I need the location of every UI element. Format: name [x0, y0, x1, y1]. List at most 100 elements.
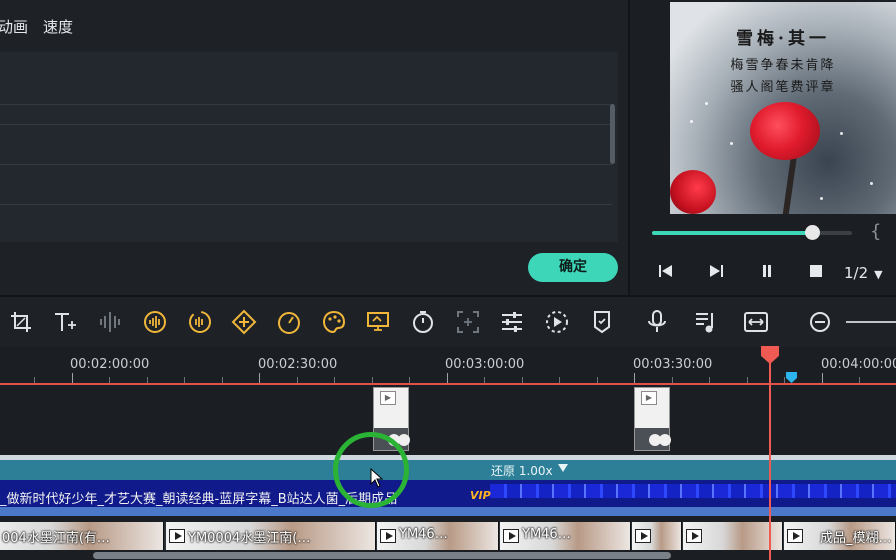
play-icon [503, 529, 519, 543]
music-icon[interactable] [693, 309, 719, 335]
properties-panel: 动画 速度 确定 [0, 0, 628, 295]
chevron-down-icon: ▼ [874, 268, 883, 281]
scrollbar-thumb[interactable] [93, 552, 671, 559]
keyframe-icon[interactable] [231, 309, 257, 335]
vip-badge: VIP [470, 489, 491, 502]
motion-track-icon[interactable] [544, 309, 570, 335]
video-clip[interactable] [683, 522, 783, 550]
timecode-label: 00:02:00:00 [70, 357, 150, 372]
timeline-scrollbar[interactable] [0, 550, 896, 560]
timeline-toolbar [0, 297, 896, 347]
play-icon[interactable] [706, 263, 726, 283]
video-clip[interactable]: YM46… [500, 522, 631, 550]
title-track-bar [0, 507, 896, 516]
timecode-label: 00:03:00:00 [445, 357, 525, 372]
list-divider [0, 104, 612, 105]
plum-blossom-graphic [750, 102, 820, 160]
properties-tabbar: 动画 速度 [0, 0, 628, 52]
ruler-tick [259, 373, 260, 383]
preview-video: 雪梅·其一 梅雪争春未肯降 骚人阁笔费评章 [670, 2, 896, 214]
voiceover-icon[interactable] [644, 309, 670, 335]
speed-track[interactable]: 还原 1.00x [0, 460, 896, 480]
play-icon [787, 529, 803, 543]
video-clip[interactable]: ▶ [634, 387, 671, 451]
video-clip[interactable]: 004水墨江南(有… [0, 522, 164, 550]
speed-label: 还原 1.00x [491, 464, 553, 478]
play-icon [169, 529, 185, 543]
play-icon [686, 529, 702, 543]
play-icon [635, 529, 651, 543]
ruler-tick [71, 373, 73, 383]
fit-icon[interactable] [743, 309, 769, 335]
timecode-label: 00:02:30:00 [258, 357, 338, 372]
audio-detect-icon[interactable] [142, 309, 168, 335]
tab-speed[interactable]: 速度 [43, 16, 73, 37]
clip-dot [659, 434, 671, 446]
list-divider [0, 204, 612, 205]
clip-lower [635, 428, 671, 450]
clip-name: YM46… [522, 527, 571, 542]
snowflake [840, 132, 843, 135]
list-divider [0, 124, 612, 125]
video-clip[interactable] [632, 522, 682, 550]
audio-stretch-icon[interactable] [187, 309, 213, 335]
clip-name: YM46… [399, 527, 448, 542]
confirm-button[interactable]: 确定 [528, 253, 618, 282]
snowflake [820, 197, 823, 200]
color-icon[interactable] [321, 309, 347, 335]
progress-fill [652, 231, 812, 235]
poem-line: 梅雪争春未肯降 [730, 58, 836, 73]
progress-knob[interactable] [805, 225, 820, 240]
snowflake [870, 182, 873, 185]
properties-scrollbar[interactable] [610, 104, 615, 164]
ruler-tick [821, 373, 823, 383]
play-icon [380, 529, 396, 543]
plum-blossom-graphic [670, 170, 716, 214]
clip-name: YM0004水墨江南(… [188, 531, 311, 546]
timecode-label: 00:04:00:00 [821, 357, 896, 372]
video-clip[interactable]: YM46… [377, 522, 499, 550]
video-track: ▶ ▶ [0, 385, 896, 455]
marker-icon[interactable] [589, 309, 615, 335]
playhead[interactable] [769, 355, 771, 560]
resolution-dropdown[interactable]: 1/2 ▼ [844, 264, 883, 282]
properties-list [0, 52, 618, 242]
caret-down-icon[interactable] [558, 464, 568, 472]
video-clip[interactable]: YM0004水墨江南(… [166, 522, 376, 550]
brace-glyph[interactable]: { [870, 221, 881, 242]
preview-panel: 雪梅·其一 梅雪争春未肯降 骚人阁笔费评章 { 1/2 ▼ [630, 0, 896, 295]
title-clip[interactable]: _做新时代好少年_才艺大赛_朝读经典-蓝屏字幕_B站达人菌_后期成品 VIP [0, 480, 896, 516]
snowflake [730, 142, 733, 145]
clip-name: 004水墨江南(有… [2, 531, 110, 546]
poem-line: 骚人阁笔费评章 [730, 80, 836, 95]
prev-frame-icon[interactable] [656, 263, 676, 283]
mosaic-icon[interactable] [455, 309, 481, 335]
text-icon[interactable] [52, 309, 78, 335]
poem-title: 雪梅·其一 [736, 29, 830, 49]
title-clip-name: _做新时代好少年_才艺大赛_朝读经典-蓝屏字幕_B站达人菌_后期成品 [0, 492, 398, 507]
pause-icon[interactable] [757, 263, 777, 283]
preview-progress[interactable] [652, 225, 852, 240]
snowflake [690, 120, 693, 123]
clip-thumbnail-icon: ▶ [641, 391, 657, 405]
adjust-icon[interactable] [499, 309, 525, 335]
crop-icon[interactable] [8, 309, 34, 335]
tab-animation[interactable]: 动画 [0, 16, 28, 37]
audio-split-icon[interactable] [97, 309, 123, 335]
video-clip[interactable]: 成品_模糊… [784, 522, 896, 550]
timer-icon[interactable] [410, 309, 436, 335]
timecode-label: 00:03:30:00 [633, 357, 713, 372]
speed-icon[interactable] [276, 309, 302, 335]
waveform-pattern [490, 484, 896, 498]
page-indicator: 1/2 [844, 264, 869, 282]
clip-thumbnail-icon: ▶ [380, 391, 396, 405]
clip-dot [398, 434, 410, 446]
zoom-slider[interactable] [846, 321, 896, 323]
ruler-tick [446, 373, 448, 383]
zoom-out-icon[interactable] [807, 309, 833, 335]
ruler-tick [634, 373, 635, 383]
green-screen-icon[interactable] [365, 309, 391, 335]
mouse-cursor-icon [370, 467, 384, 488]
stop-icon[interactable] [806, 263, 826, 283]
clip-name: 成品_模糊… [820, 531, 892, 546]
